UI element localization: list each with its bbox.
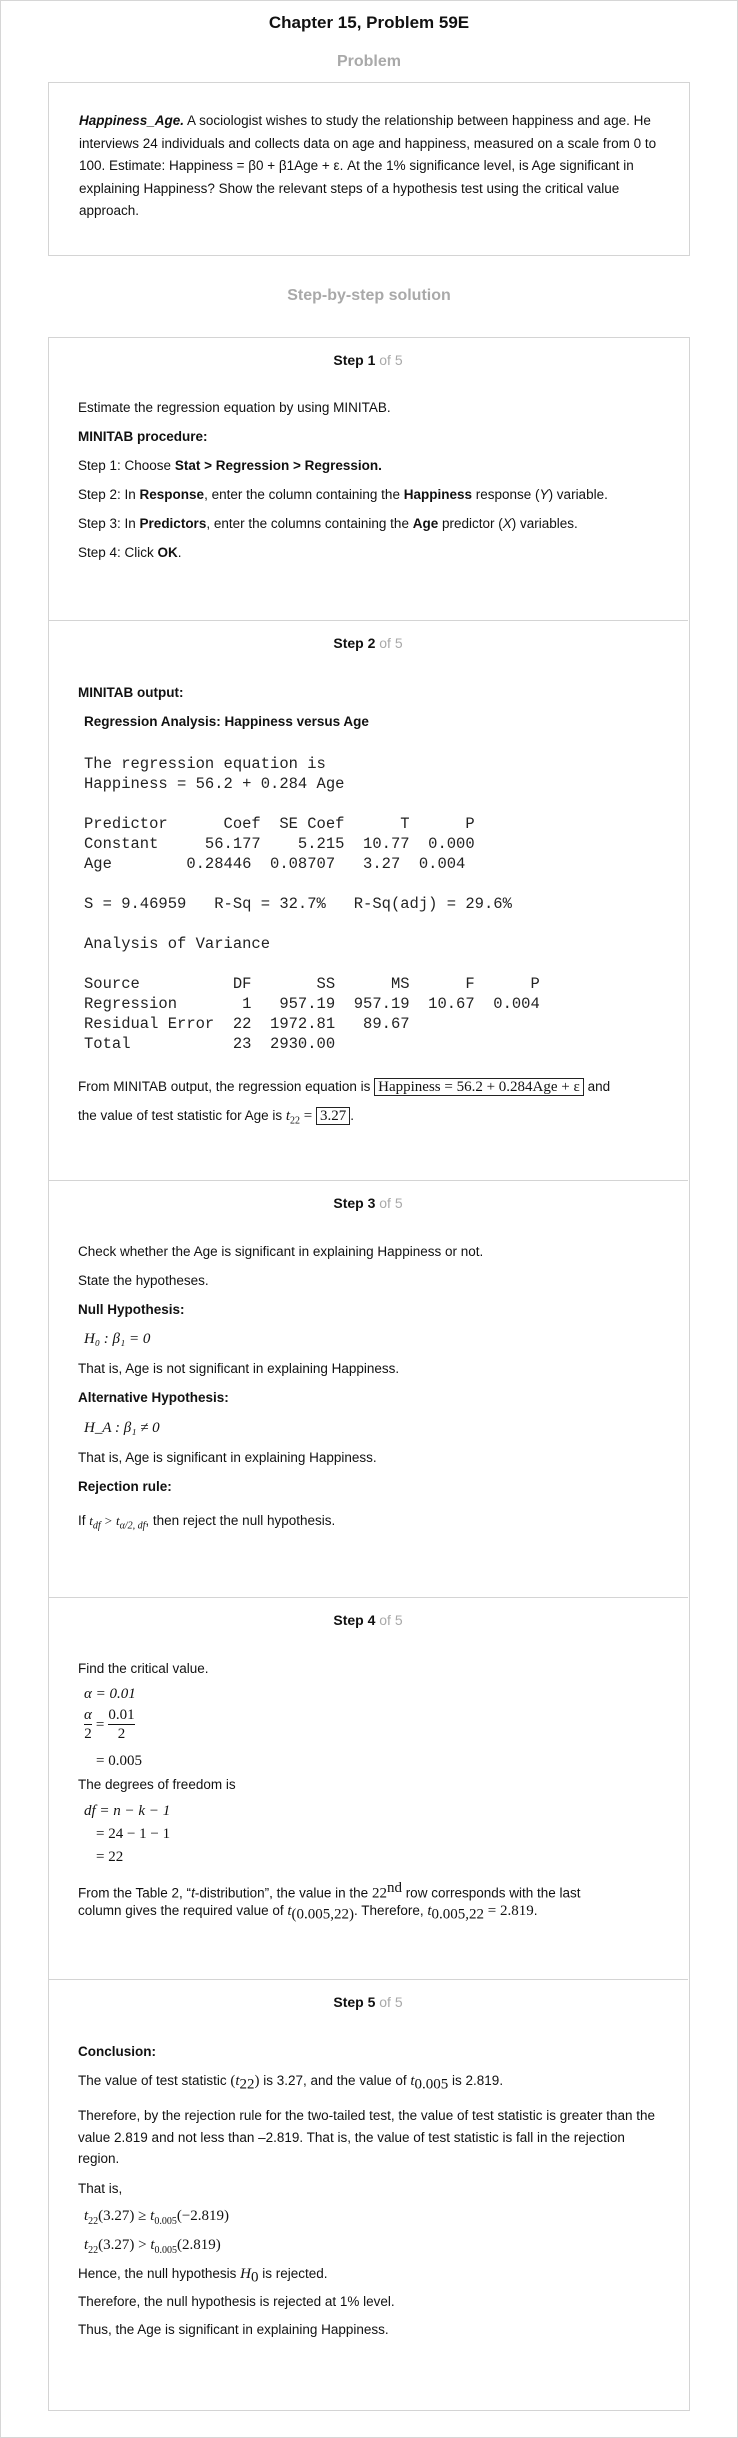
step5-final: Thus, the Age is significant in explaini…	[78, 2322, 389, 2337]
dof-intro: The degrees of freedom is	[78, 1777, 236, 1792]
step1-item-4: Step 4: Click OK.	[78, 545, 182, 560]
alpha-half: α2 = 0.01 2	[84, 1707, 135, 1742]
output-line: Happiness = 56.2 + 0.284 Age	[84, 775, 345, 793]
step5-line-1: The value of test statistic (t22) is 3.2…	[78, 2073, 504, 2093]
rejection-rule-text: If tdf > tα/2, df, then reject the null …	[78, 1513, 336, 1532]
alpha-value: α = 0.01	[84, 1686, 136, 1702]
step2-conclusion-2: the value of test statistic for Age is t…	[78, 1107, 355, 1127]
output-line: S = 9.46959 R-Sq = 32.7% R-Sq(adj) = 29.…	[84, 895, 512, 913]
rejection-rule-heading: Rejection rule:	[78, 1479, 172, 1494]
step1-item-3: Step 3: In Predictors, enter the columns…	[78, 516, 578, 531]
problem-box: Happiness_Age. A sociologist wishes to s…	[48, 82, 690, 256]
output-line: ​	[84, 954, 540, 974]
output-line: Analysis of Variance	[84, 935, 271, 953]
step-2-title: Step 2 of 5	[333, 635, 403, 651]
solution-heading: Step-by-step solution	[287, 287, 451, 304]
step-4: Step 4 of 5 Find the critical value. α =…	[48, 1597, 688, 1980]
problem-body: A sociologist wishes to study the relati…	[79, 113, 657, 218]
dof-formula: df = n − k − 1	[84, 1803, 171, 1819]
alt-hypothesis-eq: H_A : β₁ ≠ 0	[84, 1420, 160, 1436]
step-1: Step 1 of 5 Estimate the regression equa…	[48, 337, 688, 620]
null-hypothesis-text: That is, Age is not significant in expla…	[78, 1361, 400, 1376]
step-3: Step 3 of 5 Check whether the Age is sig…	[48, 1180, 688, 1598]
null-hypothesis-eq: H₀ : β₁ = 0	[84, 1331, 151, 1347]
step2-conclusion-1: From MINITAB output, the regression equa…	[78, 1078, 611, 1096]
chapter-title: Chapter 15, Problem 59E	[268, 13, 470, 32]
inequality-1: t22(3.27) ≥ t0.005(−2.819)	[84, 2208, 230, 2227]
table-lookup-1: From the Table 2, “t-distribution”, the …	[78, 1880, 581, 1902]
step1-proc-heading: MINITAB procedure:	[78, 429, 208, 444]
step-3-title: Step 3 of 5	[333, 1195, 403, 1211]
minitab-output-block: The regression equation is Happiness = 56…	[84, 754, 540, 1054]
null-hypothesis-heading: Null Hypothesis:	[78, 1302, 185, 1317]
dof-substitution: = 24 − 1 − 1	[96, 1826, 171, 1842]
output-line: Regression 1 957.19 957.19 10.67 0.004	[84, 995, 540, 1013]
rule-formula: tdf > tα/2, df	[89, 1513, 146, 1532]
alpha-half-value: = 0.005	[96, 1753, 142, 1769]
step1-item-1: Step 1: Choose Stat > Regression > Regre…	[78, 458, 382, 473]
alt-hypothesis-heading: Alternative Hypothesis:	[78, 1390, 229, 1405]
problem-heading: Problem	[336, 53, 401, 70]
step-1-title: Step 1 of 5	[333, 352, 403, 368]
output-line: ​	[84, 874, 540, 894]
alt-hypothesis-text: That is, Age is significant in explainin…	[78, 1450, 377, 1465]
regression-equation: Happiness = 56.2 + 0.284Age + ε	[374, 1078, 584, 1096]
step-5-title: Step 5 of 5	[333, 1994, 403, 2010]
output-line: Residual Error 22 1972.81 89.67	[84, 1015, 410, 1033]
t-statistic-value: 3.27	[316, 1107, 351, 1125]
conclusion-heading: Conclusion:	[78, 2044, 156, 2059]
step-2: Step 2 of 5 MINITAB output: Regression A…	[48, 620, 688, 1181]
step1-intro: Estimate the regression equation by usin…	[78, 400, 391, 415]
problem-text: Happiness_Age. A sociologist wishes to s…	[79, 110, 664, 223]
regression-title: Regression Analysis: Happiness versus Ag…	[84, 714, 369, 729]
step5-hence: Hence, the null hypothesis H0 is rejecte…	[78, 2266, 328, 2286]
step5-that-is: That is,	[78, 2181, 123, 2196]
output-line: ​	[84, 794, 540, 814]
output-line: Age 0.28446 0.08707 3.27 0.004	[84, 855, 466, 873]
step-4-title: Step 4 of 5	[333, 1612, 403, 1628]
output-line: The regression equation is	[84, 755, 326, 773]
critical-value: = 2.819	[487, 1903, 534, 1919]
step-5: Step 5 of 5 Conclusion: The value of tes…	[48, 1979, 688, 2410]
output-line: Predictor Coef SE Coef T P	[84, 815, 475, 833]
step4-line-1: Find the critical value.	[78, 1661, 209, 1676]
step3-line-1: Check whether the Age is significant in …	[78, 1244, 484, 1259]
step5-reject: Therefore, the null hypothesis is reject…	[78, 2294, 395, 2309]
output-line: Total 23 2930.00	[84, 1035, 336, 1053]
output-line: ​	[84, 914, 540, 934]
output-line: Constant 56.177 5.215 10.77 0.000	[84, 835, 475, 853]
table-lookup-2: column gives the required value of t(0.0…	[78, 1903, 538, 1923]
step5-paragraph: Therefore, by the rejection rule for the…	[78, 2108, 656, 2166]
step1-item-2: Step 2: In Response, enter the column co…	[78, 487, 608, 502]
inequality-2: t22(3.27) > t0.005(2.819)	[84, 2237, 221, 2256]
output-line: Source DF SS MS F P	[84, 975, 540, 993]
minitab-output-heading: MINITAB output:	[78, 685, 184, 700]
dof-value: = 22	[96, 1849, 124, 1865]
problem-lead: Happiness_Age.	[79, 113, 185, 128]
step3-line-2: State the hypotheses.	[78, 1273, 209, 1288]
